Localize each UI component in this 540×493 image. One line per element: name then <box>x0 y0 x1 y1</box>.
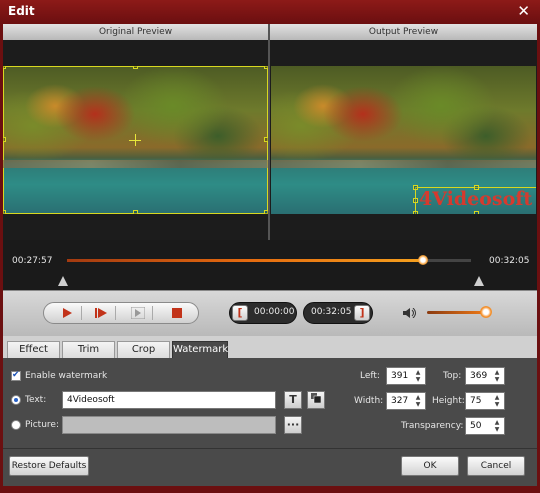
width-label: Width: <box>354 396 384 406</box>
timeline-playhead[interactable] <box>417 255 428 265</box>
resize-handle[interactable] <box>3 66 6 69</box>
top-label: Top: <box>443 371 462 381</box>
dialog-footer: Restore Defaults OK Cancel <box>3 448 537 486</box>
button-separator <box>152 306 153 320</box>
timeline-progress <box>67 259 423 262</box>
trim-start-marker[interactable] <box>58 276 68 286</box>
resize-handle[interactable] <box>264 137 268 142</box>
clip-start-time: 00:00:00 <box>254 307 295 317</box>
top-spinner[interactable]: 369 ▲ ▼ <box>465 367 505 385</box>
frame-step-button[interactable] <box>123 305 153 321</box>
top-value: 369 <box>470 371 488 381</box>
stop-icon <box>172 308 182 318</box>
resize-handle[interactable] <box>264 66 268 69</box>
clip-start-control: [ 00:00:00 <box>229 302 297 324</box>
ok-button[interactable]: OK <box>401 456 459 476</box>
tab-bar: Effect Trim Crop Watermark <box>3 336 537 358</box>
resize-handle[interactable] <box>413 211 418 214</box>
set-end-button[interactable]: ] <box>354 305 370 321</box>
tab-trim[interactable]: Trim <box>62 341 115 358</box>
resize-handle[interactable] <box>3 210 6 214</box>
frame-step-icon <box>131 307 145 319</box>
transparency-spinner[interactable]: 50 ▲ ▼ <box>465 417 505 435</box>
close-icon[interactable]: ✕ <box>517 2 530 20</box>
button-separator <box>115 306 116 320</box>
watermark-text-input[interactable]: 4Videosoft <box>62 391 276 409</box>
center-crosshair <box>135 134 136 146</box>
tab-effect[interactable]: Effect <box>7 341 60 358</box>
volume-icon[interactable] <box>403 307 417 321</box>
spinner-arrows-icon[interactable]: ▲ ▼ <box>491 394 503 408</box>
next-frame-button[interactable] <box>86 305 116 321</box>
resize-handle[interactable] <box>413 185 418 190</box>
volume-slider[interactable] <box>427 311 487 314</box>
width-spinner[interactable]: 327 ▲ ▼ <box>386 392 426 410</box>
picture-path-input[interactable] <box>62 416 276 434</box>
resize-handle[interactable] <box>264 210 268 214</box>
text-label: Text: <box>25 395 47 405</box>
clip-end-time: 00:32:05 <box>311 307 352 317</box>
tab-crop[interactable]: Crop <box>117 341 170 358</box>
control-bar: [ 00:00:00 00:32:05 ] <box>3 290 537 336</box>
next-frame-icon <box>95 308 107 318</box>
height-spinner[interactable]: 75 ▲ ▼ <box>465 392 505 410</box>
picture-label: Picture: <box>25 420 59 430</box>
transparency-value: 50 <box>470 421 482 431</box>
spinner-arrows-icon[interactable]: ▲ ▼ <box>412 394 424 408</box>
spinner-arrows-icon[interactable]: ▲ ▼ <box>491 369 503 383</box>
preview-area: Original Preview Output Preview 4Videoso… <box>3 24 537 240</box>
font-button[interactable]: T <box>284 391 302 409</box>
tab-watermark[interactable]: Watermark <box>172 341 228 358</box>
height-value: 75 <box>470 396 482 406</box>
enable-watermark-label: Enable watermark <box>25 371 108 381</box>
playback-controls <box>43 302 199 324</box>
original-preview-image[interactable] <box>3 66 268 214</box>
set-start-button[interactable]: [ <box>232 305 248 321</box>
spinner-arrows-icon[interactable]: ▲ ▼ <box>412 369 424 383</box>
title-bar: Edit ✕ <box>0 0 540 24</box>
left-value: 391 <box>391 371 409 381</box>
output-preview-image[interactable]: 4Videosoft <box>271 66 536 214</box>
trim-end-marker[interactable] <box>474 276 484 286</box>
browse-button[interactable]: ··· <box>284 416 302 434</box>
resize-handle[interactable] <box>474 185 479 190</box>
left-label: Left: <box>360 371 380 381</box>
transparency-label: Transparency: <box>401 421 464 431</box>
volume-knob[interactable] <box>480 306 492 318</box>
resize-handle[interactable] <box>133 66 138 69</box>
stop-button[interactable] <box>162 305 192 321</box>
timeline-start-time: 00:27:57 <box>12 256 53 266</box>
watermark-panel: Enable watermark Text: 4Videosoft T Pict… <box>3 358 537 448</box>
clip-end-control: 00:32:05 ] <box>303 302 373 324</box>
resize-handle[interactable] <box>3 137 6 142</box>
restore-defaults-button[interactable]: Restore Defaults <box>9 456 89 476</box>
height-label: Height: <box>432 396 465 406</box>
left-spinner[interactable]: 391 ▲ ▼ <box>386 367 426 385</box>
resize-handle[interactable] <box>413 198 418 203</box>
enable-watermark-checkbox[interactable] <box>11 370 21 381</box>
resize-handle[interactable] <box>133 210 138 214</box>
resize-handle[interactable] <box>474 211 479 214</box>
window-title: Edit <box>8 4 35 18</box>
text-radio[interactable] <box>11 395 21 405</box>
button-separator <box>81 306 82 320</box>
play-button[interactable] <box>52 305 82 321</box>
color-button[interactable] <box>307 391 325 409</box>
play-icon <box>63 308 72 318</box>
watermark-selection-frame[interactable] <box>415 187 536 214</box>
picture-radio[interactable] <box>11 420 21 430</box>
color-picker-icon <box>311 393 322 404</box>
timeline-end-time: 00:32:05 <box>489 256 530 266</box>
output-preview-label: Output Preview <box>270 24 537 40</box>
cancel-button[interactable]: Cancel <box>467 456 525 476</box>
preview-divider <box>268 24 270 240</box>
original-preview-label: Original Preview <box>3 24 268 40</box>
width-value: 327 <box>391 396 409 406</box>
spinner-arrows-icon[interactable]: ▲ ▼ <box>491 419 503 433</box>
timeline: 00:27:57 00:32:05 <box>3 240 537 290</box>
